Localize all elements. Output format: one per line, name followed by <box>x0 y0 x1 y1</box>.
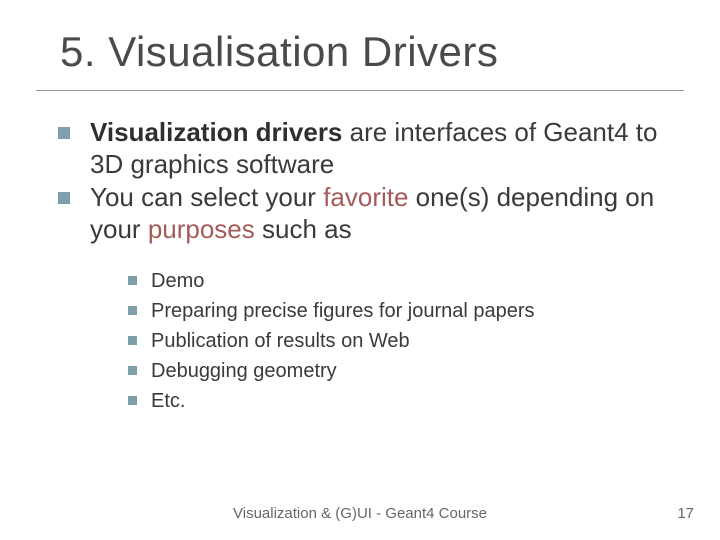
bullet-text: Visualization drivers are interfaces of … <box>90 117 670 180</box>
accent-word: favorite <box>323 182 408 212</box>
slide: 5. Visualisation Drivers Visualization d… <box>0 0 720 540</box>
title-area: 5. Visualisation Drivers <box>0 0 720 84</box>
sub-bullet-list: Demo Preparing precise figures for journ… <box>128 268 670 414</box>
sub-bullet-text: Debugging geometry <box>151 358 337 384</box>
sub-bullet-item: Preparing precise figures for journal pa… <box>128 298 670 324</box>
bullet-pre: You can select your <box>90 182 323 212</box>
sub-bullet-item: Publication of results on Web <box>128 328 670 354</box>
slide-title: 5. Visualisation Drivers <box>60 28 680 76</box>
sub-bullet-text: Preparing precise figures for journal pa… <box>151 298 535 324</box>
sub-bullet-text: Publication of results on Web <box>151 328 410 354</box>
sub-bullet-text: Demo <box>151 268 204 294</box>
sub-bullet-item: Debugging geometry <box>128 358 670 384</box>
square-bullet-icon <box>128 306 137 315</box>
bullet-item: Visualization drivers are interfaces of … <box>58 117 670 180</box>
footer-text: Visualization & (G)UI - Geant4 Course <box>0 505 720 522</box>
page-number: 17 <box>677 505 694 522</box>
sub-bullet-item: Etc. <box>128 388 670 414</box>
sub-bullet-text: Etc. <box>151 388 185 414</box>
square-bullet-icon <box>58 127 70 139</box>
square-bullet-icon <box>128 396 137 405</box>
sub-bullet-item: Demo <box>128 268 670 294</box>
square-bullet-icon <box>128 336 137 345</box>
bold-term: Visualization drivers <box>90 117 342 147</box>
body-area: Visualization drivers are interfaces of … <box>0 91 720 414</box>
bullet-text: You can select your favorite one(s) depe… <box>90 182 670 245</box>
square-bullet-icon <box>128 276 137 285</box>
square-bullet-icon <box>58 192 70 204</box>
bullet-item: You can select your favorite one(s) depe… <box>58 182 670 245</box>
accent-word: purposes <box>148 214 255 244</box>
square-bullet-icon <box>128 366 137 375</box>
bullet-post: such as <box>255 214 352 244</box>
